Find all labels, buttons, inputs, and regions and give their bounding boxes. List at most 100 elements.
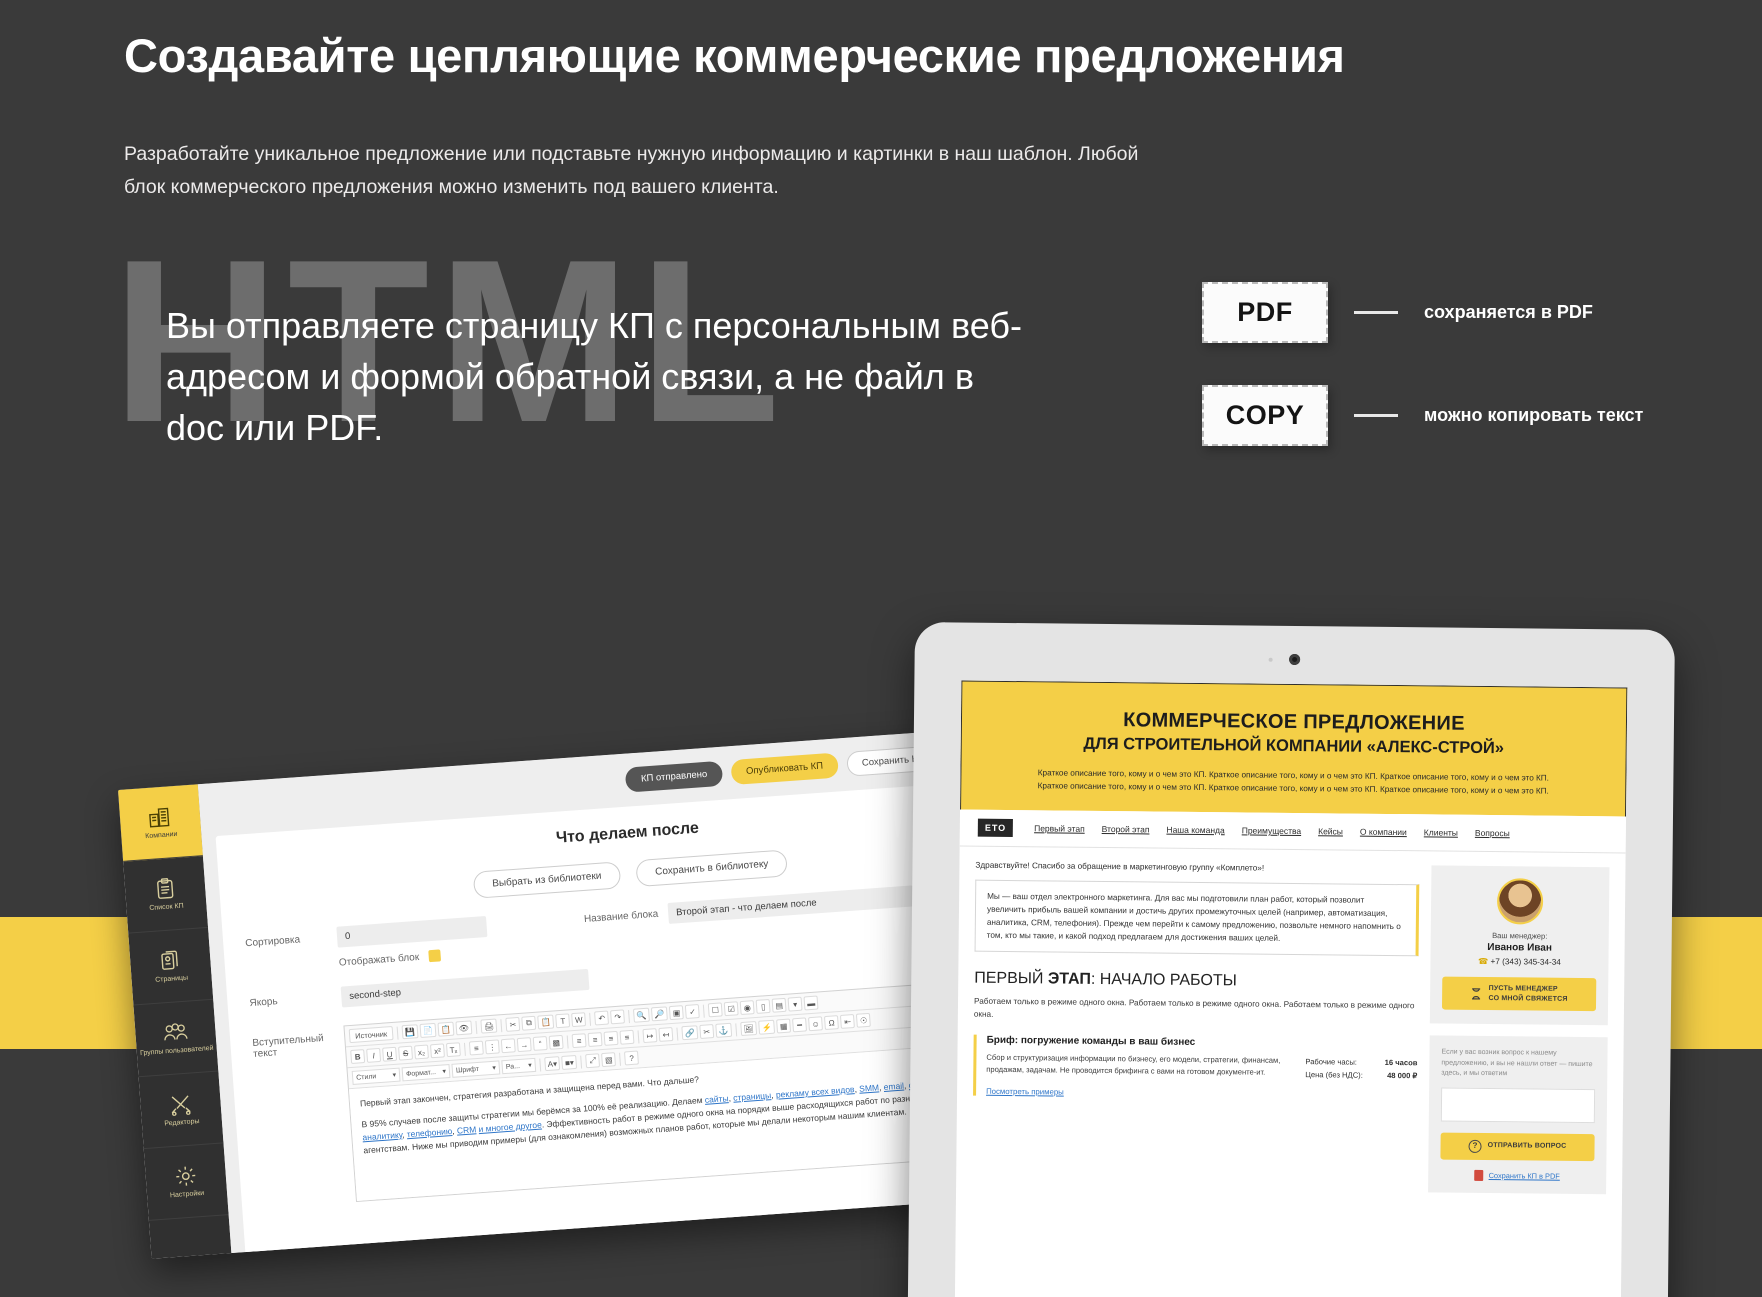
numbered-list-icon[interactable]: ≡ (468, 1040, 484, 1056)
sort-input[interactable]: 0 (336, 916, 488, 948)
kp-sent-button[interactable]: КП отправлено (625, 760, 724, 793)
horizontal-rule-icon[interactable]: ━ (792, 1017, 808, 1033)
special-char-icon[interactable]: Ω (824, 1015, 840, 1031)
radio-icon[interactable]: ◉ (739, 1000, 755, 1016)
brief-examples-link[interactable]: Посмотреть примеры (986, 1087, 1417, 1101)
align-left-icon[interactable]: ≡ (571, 1033, 587, 1049)
sidebar-item-kp-list[interactable]: Список КП (123, 856, 209, 934)
sidebar-item-companies[interactable]: Компании (118, 784, 203, 862)
nav-item-team[interactable]: Наша команда (1166, 825, 1224, 836)
ltr-icon[interactable]: ↦ (642, 1028, 658, 1044)
form-icon[interactable]: ☐ (707, 1002, 723, 1018)
sidebar-item-settings[interactable]: Настройки (143, 1143, 229, 1221)
template-icon[interactable]: 📋 (437, 1021, 455, 1037)
choose-from-library-button[interactable]: Выбрать из библиотеки (472, 861, 622, 899)
bulleted-list-icon[interactable]: ⋮ (484, 1039, 500, 1055)
table-icon[interactable]: ▦ (776, 1018, 792, 1034)
save-pdf-link[interactable]: Сохранить КП в PDF (1440, 1169, 1594, 1182)
unlink-icon[interactable]: ✂ (699, 1024, 715, 1040)
nav-item-cases[interactable]: Кейсы (1318, 826, 1343, 836)
undo-icon[interactable]: ↶ (594, 1010, 610, 1026)
redo-icon[interactable]: ↷ (610, 1009, 626, 1025)
preview-icon[interactable]: 👁 (455, 1020, 473, 1036)
align-center-icon[interactable]: ≡ (587, 1032, 603, 1048)
flash-icon[interactable]: ⚡ (758, 1019, 776, 1035)
show-blocks-icon[interactable]: ▧ (601, 1052, 617, 1068)
bold-icon[interactable]: B (350, 1049, 366, 1065)
link-sites[interactable]: сайты (704, 1093, 728, 1105)
find-icon[interactable]: 🔍 (633, 1007, 651, 1023)
print-icon[interactable]: 🖨 (480, 1018, 498, 1034)
remove-format-icon[interactable]: Tₓ (445, 1042, 461, 1058)
question-input[interactable] (1440, 1087, 1596, 1123)
background-color-icon[interactable]: ■▾ (561, 1054, 578, 1070)
anchor-input[interactable]: second-step (340, 968, 590, 1008)
textarea-icon[interactable]: ▤ (771, 997, 787, 1013)
nav-item-questions[interactable]: Вопросы (1475, 828, 1510, 838)
link-icon[interactable]: 🔗 (681, 1025, 699, 1041)
connector-dash (1354, 311, 1398, 314)
align-right-icon[interactable]: ≡ (603, 1030, 619, 1046)
kp-greeting: Здравствуйте! Спасибо за обращение в мар… (975, 860, 1265, 873)
button-icon[interactable]: ▬ (803, 995, 819, 1011)
contact-manager-button[interactable]: ПУСТЬ МЕНЕДЖЕР СО МНОЙ СВЯЖЕТСЯ (1441, 976, 1597, 1012)
paste-icon[interactable]: 📋 (537, 1014, 555, 1030)
image-icon[interactable]: 🖼 (740, 1020, 758, 1037)
italic-icon[interactable]: I (366, 1047, 382, 1063)
blockquote-icon[interactable]: “ (532, 1035, 548, 1051)
nav-item-stage-1[interactable]: Первый этап (1034, 823, 1085, 834)
link-email[interactable]: email (883, 1081, 904, 1092)
size-select[interactable]: Ра... ▾ (501, 1057, 537, 1075)
nav-item-stage-2[interactable]: Второй этап (1102, 824, 1150, 834)
nav-item-about[interactable]: О компании (1360, 827, 1407, 837)
paste-text-icon[interactable]: T (555, 1013, 571, 1029)
link-more[interactable]: и многое другое (478, 1120, 542, 1135)
link-smm[interactable]: SMM (859, 1082, 880, 1093)
link-crm[interactable]: CRM (457, 1124, 477, 1135)
save-icon[interactable]: 💾 (401, 1024, 419, 1040)
maximize-icon[interactable]: ⤢ (585, 1053, 601, 1069)
sidebar-item-user-groups[interactable]: Группы пользователей (133, 999, 219, 1078)
help-icon[interactable]: ? (624, 1050, 640, 1066)
kp-logo[interactable]: ЕТО (977, 818, 1014, 838)
manager-phone[interactable]: ☎ +7 (343) 345-34-34 (1442, 956, 1596, 968)
link-telephony[interactable]: телефонию (406, 1126, 452, 1139)
new-page-icon[interactable]: 📄 (419, 1022, 437, 1039)
sidebar-item-editors[interactable]: Редакторы (138, 1071, 224, 1150)
select-field-icon[interactable]: ▾ (787, 996, 803, 1012)
text-color-icon[interactable]: A▾ (544, 1056, 561, 1072)
nav-item-clients[interactable]: Клиенты (1424, 827, 1458, 837)
replace-icon[interactable]: 🔎 (651, 1006, 669, 1022)
link-pages[interactable]: страницы (733, 1090, 772, 1103)
nav-item-advantages[interactable]: Преимущества (1242, 825, 1302, 836)
indent-icon[interactable]: → (516, 1037, 532, 1053)
spellcheck-icon[interactable]: ✓ (684, 1004, 700, 1019)
format-select[interactable]: Формат... ▾ (401, 1064, 451, 1082)
strikethrough-icon[interactable]: S (398, 1045, 414, 1061)
page-break-icon[interactable]: ⇤ (840, 1013, 856, 1029)
underline-icon[interactable]: U (382, 1046, 398, 1062)
justify-icon[interactable]: ≡ (619, 1029, 635, 1045)
checkbox-icon[interactable]: ☑ (723, 1001, 739, 1017)
show-block-checkbox[interactable] (428, 949, 442, 963)
subscript-icon[interactable]: x₂ (414, 1044, 429, 1060)
publish-kp-button[interactable]: Опубликовать КП (730, 752, 839, 786)
cut-icon[interactable]: ✂ (505, 1016, 521, 1032)
smiley-icon[interactable]: ☺ (808, 1016, 824, 1032)
rtl-icon[interactable]: ↤ (658, 1026, 674, 1042)
anchor-icon[interactable]: ⚓ (715, 1022, 733, 1038)
send-question-button[interactable]: ? ОТПРАВИТЬ ВОПРОС (1440, 1132, 1595, 1161)
source-button[interactable]: Источник (348, 1025, 394, 1044)
copy-icon[interactable]: ⧉ (521, 1015, 537, 1031)
sidebar-item-pages[interactable]: Страницы (128, 927, 214, 1006)
textfield-icon[interactable]: ▯ (755, 998, 771, 1014)
outdent-icon[interactable]: ← (500, 1038, 516, 1054)
save-to-library-button[interactable]: Сохранить в библиотеку (635, 849, 789, 888)
styles-select[interactable]: Стили ▾ (351, 1067, 401, 1085)
select-all-icon[interactable]: ▣ (669, 1005, 684, 1021)
paste-word-icon[interactable]: W (571, 1012, 587, 1028)
superscript-icon[interactable]: x² (429, 1043, 445, 1059)
div-container-icon[interactable]: ▩ (548, 1034, 564, 1050)
font-select[interactable]: Шрифт ▾ (451, 1060, 501, 1078)
iframe-icon[interactable]: ☉ (856, 1012, 872, 1028)
